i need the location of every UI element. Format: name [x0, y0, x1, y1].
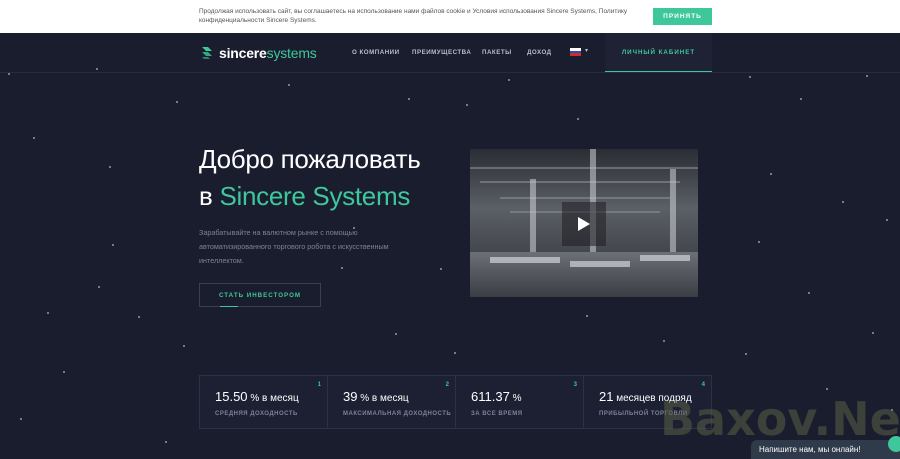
- stat-card: 3 611.37 % ЗА ВСЕ ВРЕМЯ: [456, 376, 584, 428]
- stat-number: 3: [573, 382, 577, 388]
- stat-unit: %: [509, 393, 522, 404]
- personal-cabinet-button[interactable]: ЛИЧНЫЙ КАБИНЕТ: [605, 33, 712, 73]
- stat-value: 21: [599, 389, 614, 404]
- hero-title-line1: Добро пожаловать: [199, 144, 421, 174]
- stat-number: 2: [445, 382, 449, 388]
- logo-icon: [202, 47, 212, 59]
- nav-packages[interactable]: ПАКЕТЫ: [482, 49, 512, 56]
- stat-unit: % в месяц: [247, 393, 299, 404]
- stat-number: 4: [701, 382, 705, 388]
- stat-card: 2 39 % в месяц МАКСИМАЛЬНАЯ ДОХОДНОСТЬ: [328, 376, 456, 428]
- stat-label: ЗА ВСЕ ВРЕМЯ: [471, 411, 523, 417]
- stat-value: 611.37: [471, 389, 510, 404]
- header-divider: [0, 72, 900, 73]
- nav-about[interactable]: О КОМПАНИИ: [352, 49, 400, 56]
- watermark: Baxov.Net: [660, 392, 900, 446]
- become-investor-button[interactable]: СТАТЬ ИНВЕСТОРОМ: [199, 283, 321, 307]
- stat-card: 1 15.50 % в месяц СРЕДНЯЯ ДОХОДНОСТЬ: [200, 376, 328, 428]
- play-button[interactable]: [562, 202, 606, 246]
- stats-bar: 1 15.50 % в месяц СРЕДНЯЯ ДОХОДНОСТЬ 2 3…: [199, 375, 712, 429]
- cookie-text: Продолжая использовать сайт, вы соглашае…: [199, 8, 628, 24]
- logo[interactable]: sinceresystems: [199, 45, 317, 61]
- cookie-accept-button[interactable]: ПРИНЯТЬ: [653, 8, 712, 25]
- chat-widget-button[interactable]: Напишите нам, мы онлайн!: [751, 436, 900, 459]
- play-icon: [578, 217, 590, 231]
- stat-value: 15.50: [215, 389, 248, 404]
- stat-label: СРЕДНЯЯ ДОХОДНОСТЬ: [215, 411, 298, 417]
- hero-title-highlight: Sincere Systems: [219, 181, 411, 211]
- logo-text-bold: sincere: [219, 45, 267, 61]
- nav-income[interactable]: ДОХОД: [527, 49, 552, 56]
- hero-title-prefix: в: [199, 181, 213, 211]
- cookie-banner: Продолжая использовать сайт, вы соглашае…: [0, 0, 900, 33]
- hero-title-line2: в Sincere Systems: [199, 181, 410, 212]
- nav-advantages[interactable]: ПРЕИМУЩЕСТВА: [412, 49, 471, 56]
- logo-text-light: systems: [266, 45, 317, 61]
- language-flag-icon[interactable]: [570, 48, 581, 56]
- site-header: sinceresystems О КОМПАНИИ ПРЕИМУЩЕСТВА П…: [0, 33, 900, 73]
- stat-value: 39: [343, 389, 358, 404]
- stat-number: 1: [317, 382, 321, 388]
- hero-description: Зарабатывайте на валютном рынке с помощь…: [199, 228, 389, 265]
- chevron-down-icon[interactable]: ▾: [585, 47, 588, 54]
- stat-label: МАКСИМАЛЬНАЯ ДОХОДНОСТЬ: [343, 411, 452, 417]
- stat-unit: % в месяц: [357, 393, 409, 404]
